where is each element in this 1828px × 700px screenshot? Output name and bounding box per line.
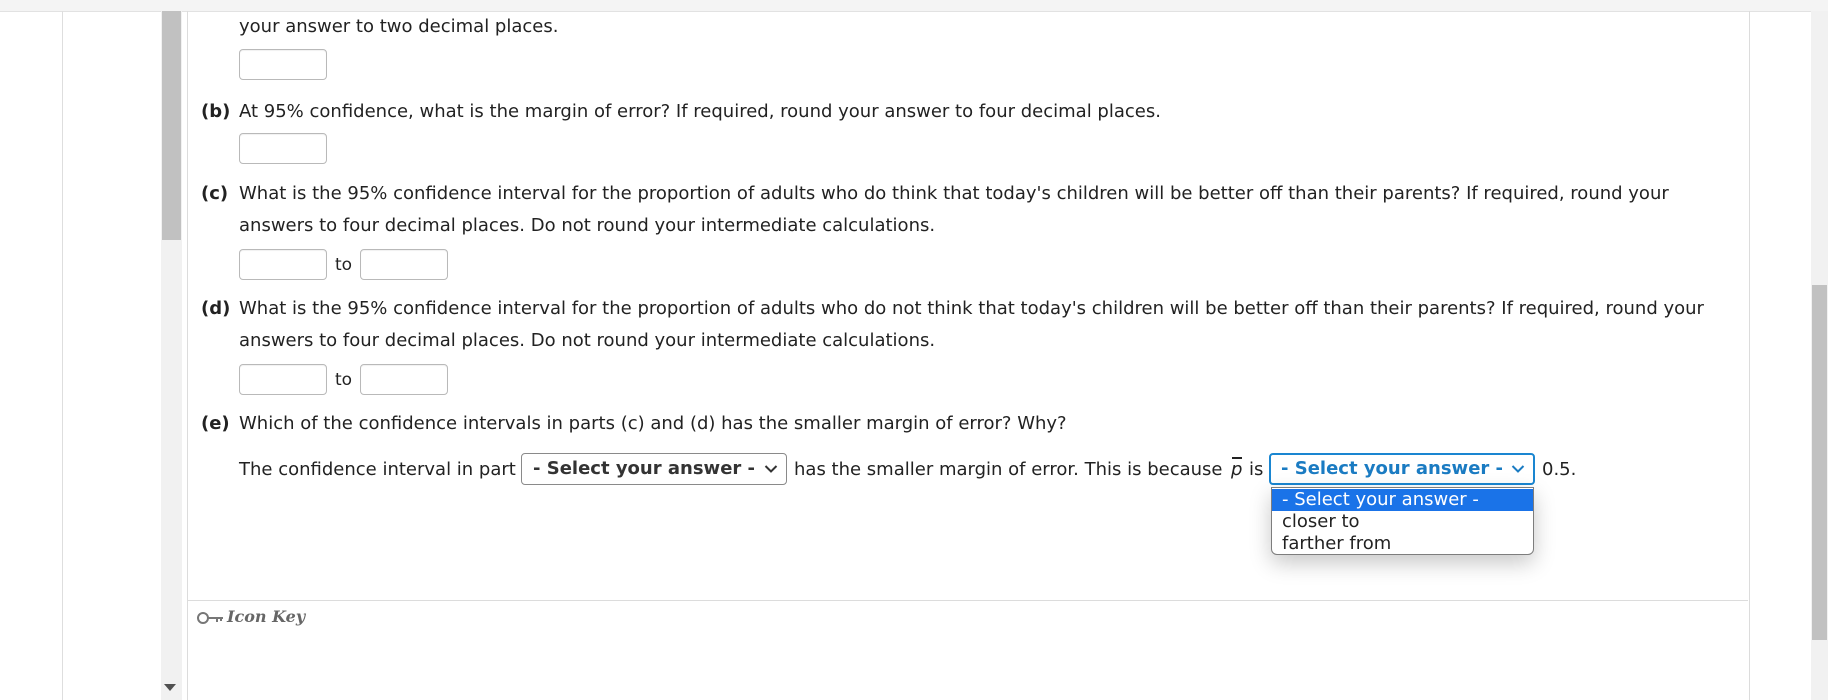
is-word: is (1249, 459, 1264, 480)
part-d-question-line1: What is the 95% confidence interval for … (239, 298, 1704, 319)
part-d-question-line2: answers to four decimal places. Do not r… (239, 330, 936, 351)
dropdown-option-farther-from[interactable]: farther from (1272, 533, 1533, 554)
page-scrollbar-thumb[interactable] (1812, 285, 1827, 640)
dropdown-option-placeholder[interactable]: - Select your answer - (1272, 489, 1533, 511)
part-a-text-tail: your answer to two decimal places. (239, 16, 559, 37)
part-e-question: Which of the confidence intervals in par… (239, 413, 1067, 434)
part-c-upper-input[interactable] (360, 249, 448, 280)
part-b-question: At 95% confidence, what is the margin of… (239, 101, 1161, 122)
part-d-label: (d) (201, 298, 231, 319)
left-margin-rule (62, 11, 63, 700)
part-b-answer-input[interactable] (239, 133, 327, 164)
part-e-sentence-end: 0.5. (1542, 459, 1577, 480)
part-c-question-line1: What is the 95% confidence interval for … (239, 183, 1669, 204)
part-c-to-label: to (335, 255, 353, 275)
icon-key-label: Icon Key (227, 607, 306, 626)
p-bar-symbol: p (1231, 459, 1243, 480)
part-e-sentence-start: The confidence interval in part (239, 459, 516, 480)
part-c-question-line2: answers to four decimal places. Do not r… (239, 215, 936, 236)
comparison-dropdown-value: - Select your answer - (1281, 458, 1504, 479)
comparison-dropdown[interactable]: - Select your answer - (1269, 453, 1535, 485)
chevron-down-icon (762, 454, 780, 484)
part-d-to-label: to (335, 370, 353, 390)
part-c-label: (c) (201, 183, 229, 204)
section-divider (188, 600, 1748, 601)
icon-key-link[interactable]: Icon Key (197, 607, 305, 627)
part-e-sentence-mid: has the smaller margin of error. This is… (794, 459, 1223, 480)
comparison-dropdown-menu: - Select your answer - closer to farther… (1271, 487, 1534, 555)
part-e-label: (e) (201, 413, 230, 434)
part-b-label: (b) (201, 101, 231, 122)
part-a-answer-input[interactable] (239, 49, 327, 80)
part-selection-dropdown[interactable]: - Select your answer - (521, 453, 787, 485)
scroll-down-arrow-icon[interactable] (164, 684, 176, 691)
part-c-lower-input[interactable] (239, 249, 327, 280)
key-icon (197, 607, 227, 626)
part-d-lower-input[interactable] (239, 364, 327, 395)
inner-scrollbar-thumb[interactable] (162, 11, 181, 240)
part-d-upper-input[interactable] (360, 364, 448, 395)
part-selection-value: - Select your answer - (533, 458, 756, 479)
chevron-down-icon (1509, 455, 1527, 483)
dropdown-option-closer-to[interactable]: closer to (1272, 511, 1533, 533)
